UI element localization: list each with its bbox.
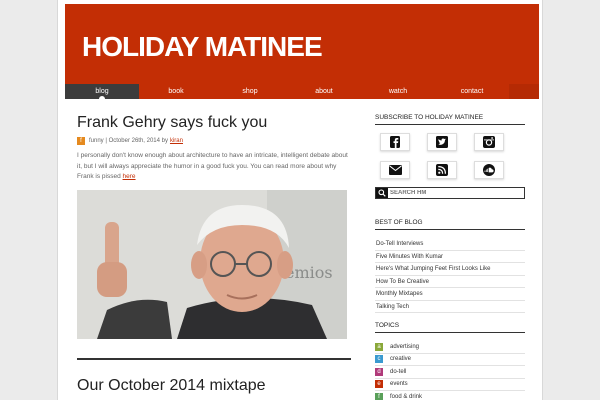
- search-icon[interactable]: [376, 188, 388, 198]
- email-button[interactable]: [380, 161, 410, 179]
- topic-do-tell-icon: d: [375, 367, 383, 376]
- best-of-blog-title: BEST OF BLOG: [375, 219, 525, 230]
- site-title[interactable]: HOLIDAY MATINEE: [82, 31, 323, 63]
- main-nav: blog book shop about watch contact: [65, 84, 539, 99]
- best-list-item[interactable]: How To Be Creative: [375, 276, 525, 288]
- topic-advertising-icon: a: [375, 342, 383, 351]
- twitter-icon: [436, 136, 448, 148]
- topic-label: do-tell: [390, 368, 407, 375]
- topic-label: food & drink: [390, 393, 423, 400]
- post-category[interactable]: funny: [89, 138, 104, 144]
- nav-filler: [509, 84, 539, 99]
- page-frame: HOLIDAY MATINEE blog book shop about wat…: [58, 0, 542, 400]
- topic-label: creative: [390, 356, 412, 363]
- post-divider: [77, 358, 351, 360]
- twitter-button[interactable]: [427, 133, 457, 151]
- nav-item-about[interactable]: about: [287, 84, 361, 99]
- post-image[interactable]: emios: [77, 189, 347, 339]
- rss-button[interactable]: [427, 161, 457, 179]
- nav-item-contact[interactable]: contact: [435, 84, 509, 99]
- topic-label: advertising: [390, 343, 420, 350]
- main-content: Frank Gehry says fuck you f funny | Octo…: [77, 114, 351, 339]
- topics: TOPICS a advertising c creative d do-tell e…: [375, 322, 525, 400]
- topic-item[interactable]: a advertising: [375, 341, 525, 354]
- topics-title: TOPICS: [375, 322, 525, 333]
- nav-item-blog[interactable]: blog: [65, 84, 139, 99]
- soundcloud-icon: [483, 164, 495, 176]
- post-title-2[interactable]: Our October 2014 mixtape: [77, 377, 351, 395]
- topic-item[interactable]: e events: [375, 379, 525, 391]
- post-excerpt: I personally don't know enough about arc…: [77, 151, 349, 183]
- photo-illustration: emios: [77, 189, 347, 339]
- soundcloud-button[interactable]: [474, 161, 504, 179]
- best-of-blog: BEST OF BLOG Do-Tell Interviews Five Min…: [375, 219, 525, 313]
- sidebar: SUBSCRIBE TO HOLIDAY MATINEE SEARCH HM B…: [375, 114, 525, 400]
- facebook-button[interactable]: [380, 133, 410, 151]
- post-date: October 26th, 2014 by: [108, 138, 168, 144]
- nav-item-book[interactable]: book: [139, 84, 213, 99]
- topic-label: events: [390, 381, 408, 388]
- topic-creative-icon: c: [375, 355, 383, 364]
- search-input[interactable]: [388, 188, 518, 198]
- instagram-icon: [483, 136, 495, 148]
- best-list-item[interactable]: Five Minutes With Kumar: [375, 251, 525, 263]
- social-links: [375, 133, 525, 179]
- search-box: [375, 187, 525, 199]
- nav-item-watch[interactable]: watch: [361, 84, 435, 99]
- post-2: Our October 2014 mixtape: [77, 377, 351, 399]
- topic-item[interactable]: f food & drink: [375, 391, 525, 400]
- read-more-link[interactable]: here: [123, 173, 136, 180]
- rss-icon: [436, 164, 448, 176]
- best-list-item[interactable]: Talking Tech: [375, 301, 525, 313]
- best-list-item[interactable]: Monthly Mixtapes: [375, 288, 525, 301]
- nav-item-shop[interactable]: shop: [213, 84, 287, 99]
- topic-food-icon: f: [375, 392, 383, 400]
- subscribe-title: SUBSCRIBE TO HOLIDAY MATINEE: [375, 114, 525, 125]
- topic-item[interactable]: c creative: [375, 354, 525, 366]
- topic-item[interactable]: d do-tell: [375, 366, 525, 379]
- facebook-icon: [390, 136, 400, 148]
- excerpt-text: I personally don't know enough about arc…: [77, 152, 348, 180]
- post-title[interactable]: Frank Gehry says fuck you: [77, 114, 351, 132]
- instagram-button[interactable]: [474, 133, 504, 151]
- best-list-item[interactable]: Here's What Jumping Feet First Looks Lik…: [375, 263, 525, 276]
- post-author[interactable]: kiran: [170, 138, 183, 144]
- topic-events-icon: e: [375, 380, 383, 389]
- email-icon: [388, 165, 402, 175]
- site-header: HOLIDAY MATINEE: [65, 4, 539, 84]
- best-list-item[interactable]: Do-Tell Interviews: [375, 238, 525, 251]
- post-meta: f funny | October 26th, 2014 by kiran: [77, 136, 351, 146]
- category-icon: f: [77, 137, 85, 145]
